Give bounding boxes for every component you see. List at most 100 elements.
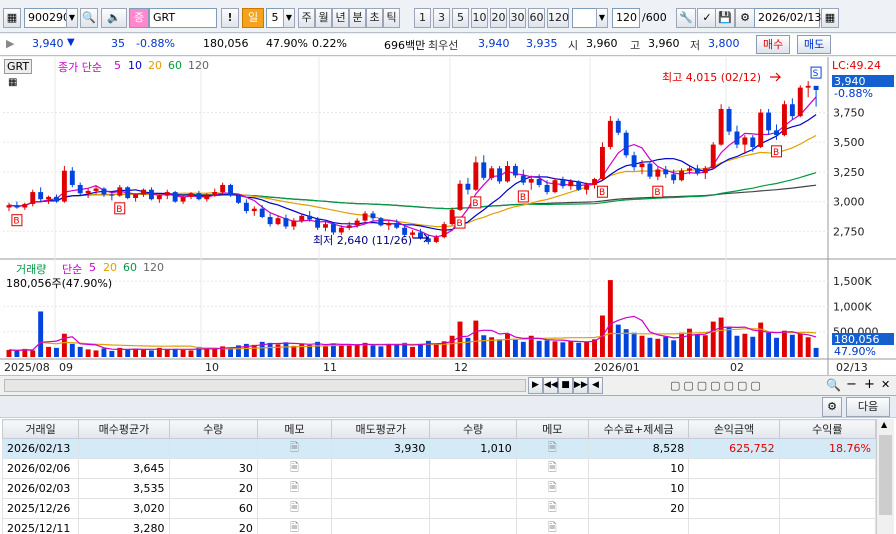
candle-body: [141, 189, 146, 195]
gear-icon[interactable]: ⚙: [735, 8, 755, 28]
minute-button-2[interactable]: 5: [452, 8, 469, 28]
table-cell: 8,528: [587, 438, 690, 459]
sell-button[interactable]: 매도: [797, 35, 832, 54]
memo-icon[interactable]: 🗎: [256, 498, 333, 519]
candle-body: [323, 224, 328, 228]
expand-icon[interactable]: ▶: [6, 37, 14, 50]
period-button-5[interactable]: 틱: [383, 8, 400, 28]
column-header-1[interactable]: 매수평균가: [78, 419, 170, 439]
candle-body: [22, 203, 28, 208]
volume-bar: [718, 317, 724, 357]
speaker-icon[interactable]: 🔈: [101, 8, 127, 28]
table-row[interactable]: 2026/02/03 3,535 20 🗎 🗎 10: [1, 478, 877, 499]
column-header-6[interactable]: 메모: [515, 419, 589, 439]
volume-bar: [481, 335, 487, 357]
volume-bar: [805, 337, 811, 357]
minute-button-5[interactable]: 30: [509, 8, 526, 28]
table-cell: 3,280: [78, 518, 170, 534]
table-row[interactable]: 2025/12/11 3,280 20 🗎 🗎: [1, 518, 877, 534]
volume-bar: [568, 340, 574, 357]
column-header-8[interactable]: 손익금액: [688, 419, 780, 439]
minute-dropdown-icon[interactable]: ▼: [596, 8, 608, 28]
memo-icon[interactable]: 🗎: [256, 438, 333, 459]
column-header-2[interactable]: 수량: [168, 419, 258, 439]
minute-button-4[interactable]: 20: [490, 8, 507, 28]
volume-bar: [188, 350, 194, 357]
column-header-9[interactable]: 수익률: [778, 419, 877, 439]
memo-icon[interactable]: 🗎: [256, 478, 333, 499]
chevron-down-icon[interactable]: ▼: [66, 8, 78, 28]
stock-name-field[interactable]: GRT: [149, 8, 217, 28]
scroll-left-icon[interactable]: ▶: [528, 377, 543, 394]
legend-ma5: 5: [114, 59, 121, 72]
column-header-0[interactable]: 거래일: [1, 419, 80, 439]
compare-icon[interactable]: ✓: [697, 8, 717, 28]
minute-button-7[interactable]: 120: [547, 8, 569, 28]
minute-button-1[interactable]: 3: [433, 8, 450, 28]
fit-icon[interactable]: ✕: [881, 378, 890, 391]
period-button-0[interactable]: 주: [298, 8, 315, 28]
date-field[interactable]: 2026/02/13: [754, 8, 821, 28]
grid-icon[interactable]: ▦: [3, 8, 21, 28]
period-button-4[interactable]: 초: [366, 8, 383, 28]
table-row[interactable]: 2026/02/13 🗎 3,930 1,010 🗎 8,528 625,752 18.76%: [1, 438, 877, 459]
chart-area[interactable]: 3,7503,5003,2503,0002,7501,500K1,000K500…: [0, 57, 896, 375]
minute-button-6[interactable]: 60: [528, 8, 545, 28]
stop-icon[interactable]: ■: [558, 377, 573, 394]
memo-icon[interactable]: 🗎: [515, 478, 589, 499]
column-header-7[interactable]: 수수료+제세금: [587, 419, 690, 439]
scroll-right-icon[interactable]: ◀: [588, 377, 603, 394]
next-button[interactable]: 다음: [846, 397, 890, 417]
column-header-3[interactable]: 메모: [256, 419, 333, 439]
memo-icon[interactable]: 🗎: [256, 458, 333, 479]
candle-body: [133, 194, 139, 199]
last-page-icon[interactable]: ▶▶: [573, 377, 588, 394]
scroll-thumb[interactable]: [879, 435, 892, 515]
table-settings-icon[interactable]: ⚙: [822, 397, 842, 417]
table-row[interactable]: 2026/02/06 3,645 30 🗎 🗎 10: [1, 458, 877, 479]
table-row[interactable]: 2025/12/26 3,020 60 🗎 🗎 20: [1, 498, 877, 519]
search-zoom-icon[interactable]: 🔍: [826, 378, 841, 392]
warning-button[interactable]: !: [221, 8, 239, 28]
minute-button-0[interactable]: 1: [414, 8, 431, 28]
period-button-3[interactable]: 분: [349, 8, 366, 28]
candlestick-chart[interactable]: 3,7503,5003,2503,0002,7501,500K1,000K500…: [0, 57, 896, 375]
chart-settings-icon[interactable]: ▦: [8, 77, 17, 88]
buy-button[interactable]: 매수: [756, 35, 791, 54]
column-header-4[interactable]: 매도평균가: [331, 419, 431, 439]
table-scrollbar[interactable]: ▲: [876, 419, 894, 534]
period-dropdown-icon[interactable]: ▼: [283, 8, 295, 28]
count-input[interactable]: 120: [612, 8, 640, 28]
table-cell: [331, 478, 431, 499]
memo-icon[interactable]: 🗎: [256, 518, 333, 534]
period-button-1[interactable]: 월: [315, 8, 332, 28]
memo-icon[interactable]: 🗎: [515, 518, 589, 534]
chart-tag[interactable]: GRT: [4, 59, 33, 74]
layout-icons[interactable]: ▢▢▢▢▢▢▢: [670, 379, 764, 392]
zoom-in-icon[interactable]: +: [864, 377, 875, 392]
chart-scrollbar[interactable]: ▶ ◀◀ ■ ▶▶ ◀ ▢▢▢▢▢▢▢ 🔍 − + ✕: [0, 375, 896, 395]
table-cell: 30: [168, 458, 258, 479]
zoom-out-icon[interactable]: −: [846, 377, 857, 392]
calendar-icon[interactable]: ▦: [821, 8, 839, 28]
candle-body: [607, 120, 613, 147]
memo-icon[interactable]: 🗎: [515, 438, 589, 459]
tools-icon[interactable]: 🔧: [676, 8, 696, 28]
volume-bar: [750, 336, 756, 357]
period-day-button[interactable]: 일: [242, 8, 264, 28]
candle-body: [797, 87, 803, 117]
scroll-up-icon[interactable]: ▲: [881, 420, 887, 429]
save-icon[interactable]: 💾: [715, 8, 735, 28]
memo-icon[interactable]: 🗎: [515, 458, 589, 479]
column-header-5[interactable]: 수량: [429, 419, 517, 439]
first-page-icon[interactable]: ◀◀: [543, 377, 558, 394]
minute-button-3[interactable]: 10: [471, 8, 488, 28]
table-cell: [331, 458, 431, 479]
buy-marker-label: B: [457, 219, 463, 229]
period-button-2[interactable]: 년: [332, 8, 349, 28]
memo-icon[interactable]: 🗎: [515, 498, 589, 519]
volume-bar: [38, 311, 44, 357]
period-num-field[interactable]: 5: [266, 8, 284, 28]
search-icon[interactable]: 🔍: [80, 8, 98, 28]
scroll-track[interactable]: [4, 379, 526, 392]
